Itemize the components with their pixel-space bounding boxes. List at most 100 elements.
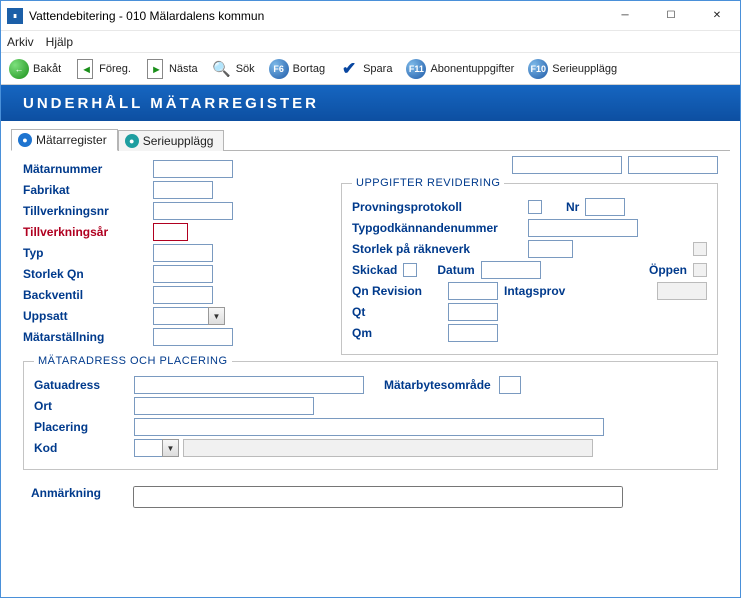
label-matarstallning: Mätarställning [23, 330, 153, 344]
group-mataradress: MÄTARADRESS OCH PLACERING Gatuadress Mät… [23, 355, 718, 470]
notes-row: Anmärkning [23, 486, 718, 508]
f11-key-icon: F11 [406, 59, 426, 79]
input-gatuadress[interactable] [134, 376, 364, 394]
input-qt[interactable] [448, 303, 498, 321]
input-ort[interactable] [134, 397, 314, 415]
app-icon: ∎ [7, 8, 23, 24]
label-matarnummer: Mätarnummer [23, 162, 153, 176]
toolbar: ← Bakåt ◄ Föreg. ► Nästa 🔍 Sök F6 Bortag… [1, 53, 740, 85]
page-title: UNDERHÅLL MÄTARREGISTER [23, 95, 319, 112]
input-typgodkannande[interactable] [528, 219, 638, 237]
input-fabrikat[interactable] [153, 181, 213, 199]
label-tillverkningsar: Tillverkningsår [23, 225, 153, 239]
chevron-down-icon[interactable]: ▼ [208, 307, 225, 325]
label-qt: Qt [352, 305, 442, 319]
menubar: Arkiv Hjälp [1, 31, 740, 53]
input-datum[interactable] [481, 261, 541, 279]
tab-matarregister[interactable]: ● Mätarregister [11, 129, 118, 151]
menu-arkiv[interactable]: Arkiv [7, 35, 34, 49]
check-icon: ✔ [339, 59, 359, 79]
checkbox-provningsprotokoll[interactable] [528, 200, 542, 214]
label-ort: Ort [34, 399, 134, 413]
back-button[interactable]: ← Bakåt [7, 57, 63, 81]
right-column: UPPGIFTER REVIDERING Provningsprotokoll … [341, 159, 718, 355]
f6-key-icon: F6 [269, 59, 289, 79]
legend-revidering: UPPGIFTER REVIDERING [352, 177, 504, 189]
legend-mataradress: MÄTARADRESS OCH PLACERING [34, 355, 232, 367]
tabstrip: ● Mätarregister ● Serieupplägg [11, 127, 730, 151]
prev-doc-icon: ◄ [75, 59, 95, 79]
label-fabrikat: Fabrikat [23, 183, 153, 197]
globe-icon: ● [125, 134, 139, 148]
input-qm[interactable] [448, 324, 498, 342]
label-typgodkannande: Typgodkännandenummer [352, 221, 522, 235]
label-provningsprotokoll: Provningsprotokoll [352, 200, 522, 214]
textarea-anmarkning[interactable] [133, 486, 623, 508]
label-qn-revision: Qn Revision [352, 284, 442, 298]
input-intagsprov [657, 282, 707, 300]
window-controls: ─ ☐ ✕ [602, 1, 740, 31]
label-nr: Nr [566, 200, 579, 214]
chevron-down-icon[interactable]: ▼ [162, 439, 179, 457]
window-title: Vattendebitering - 010 Mälardalens kommu… [29, 9, 602, 23]
label-qm: Qm [352, 326, 442, 340]
menu-hjalp[interactable]: Hjälp [46, 35, 73, 49]
label-kod: Kod [34, 441, 134, 455]
dropdown-kod[interactable]: ▼ [134, 439, 179, 457]
search-button[interactable]: 🔍 Sök [210, 57, 257, 81]
checkbox-skickad[interactable] [403, 263, 417, 277]
tab-content: Mätarnummer Fabrikat Tillverkningsnr Til… [1, 151, 740, 597]
input-top-extra-1[interactable] [512, 156, 622, 174]
label-placering: Placering [34, 420, 134, 434]
label-tillverkningsnr: Tillverkningsnr [23, 204, 153, 218]
label-typ: Typ [23, 246, 153, 260]
label-intagsprov: Intagsprov [504, 284, 565, 298]
label-uppsatt: Uppsatt [23, 309, 153, 323]
next-button[interactable]: ► Nästa [143, 57, 200, 81]
app-window: ∎ Vattendebitering - 010 Mälardalens kom… [0, 0, 741, 598]
input-qn-revision[interactable] [448, 282, 498, 300]
globe-icon: ● [18, 133, 32, 147]
page-title-banner: UNDERHÅLL MÄTARREGISTER [1, 85, 740, 121]
label-oppen: Öppen [649, 263, 687, 277]
tab-serieupplagg[interactable]: ● Serieupplägg [118, 130, 225, 151]
binoculars-icon: 🔍 [212, 59, 232, 79]
save-button[interactable]: ✔ Spara [337, 57, 394, 81]
input-kod[interactable] [134, 439, 162, 457]
label-skickad: Skickad [352, 263, 397, 277]
input-uppsatt[interactable] [153, 307, 208, 325]
label-matarbytesomrade: Mätarbytesområde [384, 378, 491, 392]
label-backventil: Backventil [23, 288, 153, 302]
abonent-button[interactable]: F11 Abonentuppgifter [404, 57, 516, 81]
delete-button[interactable]: F6 Bortag [267, 57, 327, 81]
input-nr[interactable] [585, 198, 625, 216]
serie-button[interactable]: F10 Serieupplägg [526, 57, 619, 81]
dropdown-uppsatt[interactable]: ▼ [153, 307, 225, 325]
input-top-extra-2[interactable] [628, 156, 718, 174]
input-storlek-qn[interactable] [153, 265, 213, 283]
input-kod-desc [183, 439, 593, 457]
next-doc-icon: ► [145, 59, 165, 79]
f10-key-icon: F10 [528, 59, 548, 79]
input-tillverkningsar[interactable] [153, 223, 188, 241]
close-button[interactable]: ✕ [694, 1, 740, 31]
input-typ[interactable] [153, 244, 213, 262]
input-backventil[interactable] [153, 286, 213, 304]
input-matarstallning[interactable] [153, 328, 233, 346]
group-revidering: UPPGIFTER REVIDERING Provningsprotokoll … [341, 177, 718, 355]
back-arrow-icon: ← [9, 59, 29, 79]
label-storlek-qn: Storlek Qn [23, 267, 153, 281]
checkbox-rakneverk-extra [693, 242, 707, 256]
label-storlek-rakneverk: Storlek på räkneverk [352, 242, 522, 256]
input-matarbytesomrade[interactable] [499, 376, 521, 394]
maximize-button[interactable]: ☐ [648, 1, 694, 31]
label-datum: Datum [437, 263, 474, 277]
label-anmarkning: Anmärkning [23, 486, 123, 500]
input-storlek-rakneverk[interactable] [528, 240, 573, 258]
titlebar: ∎ Vattendebitering - 010 Mälardalens kom… [1, 1, 740, 31]
minimize-button[interactable]: ─ [602, 1, 648, 31]
input-tillverkningsnr[interactable] [153, 202, 233, 220]
input-matarnummer[interactable] [153, 160, 233, 178]
prev-button[interactable]: ◄ Föreg. [73, 57, 133, 81]
input-placering[interactable] [134, 418, 604, 436]
